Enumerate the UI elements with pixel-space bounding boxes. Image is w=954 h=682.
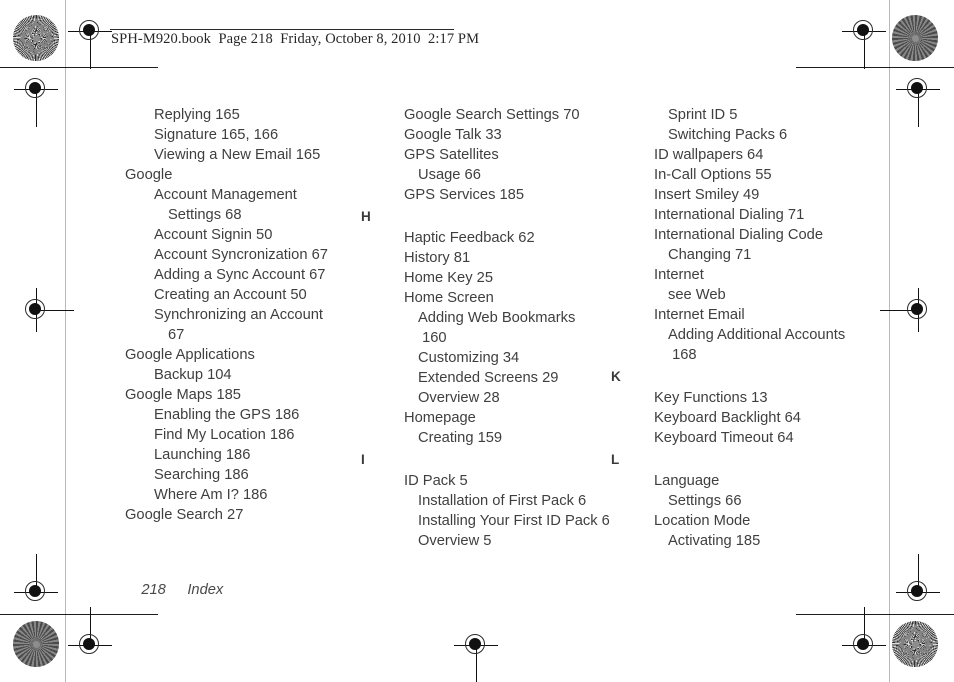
- index-subentry: International Dialing Code: [654, 227, 824, 243]
- index-subentry: GPS Services 185: [404, 187, 525, 203]
- index-letter-heading: I: [361, 452, 365, 467]
- column-3: Sprint ID 5 Switching Packs 6 ID wallpaper…: [611, 105, 915, 551]
- index-subentry: Installing Your First ID Pack 6: [418, 513, 610, 529]
- index-subentry: Internet Email: [654, 307, 745, 323]
- index-subentry: Homepage: [404, 410, 476, 426]
- index-subentry: Enabling the GPS 186: [154, 407, 300, 423]
- column-1: Replying 165 Signature 165, 166 Viewing a …: [125, 105, 375, 551]
- index-subentry: Key Functions 13: [654, 390, 768, 406]
- regmark-lower-right: [896, 554, 940, 614]
- document-page: SPH-M920.book Page 218 Friday, October 8…: [0, 0, 954, 682]
- index-letter-heading: L: [611, 452, 620, 467]
- index-subentry: Synchronizing an Account: [154, 307, 324, 323]
- footer-page-number: 218: [141, 582, 166, 598]
- index-subentry: Find My Location 186: [154, 427, 295, 443]
- index-subentry: Creating 159: [418, 430, 503, 446]
- index-subentry: Sprint ID 5: [668, 107, 738, 123]
- index-subentry: Customizing 34: [418, 350, 520, 366]
- index-subentry: ID Pack 5: [404, 473, 468, 489]
- index-subentry: Creating an Account 50: [154, 287, 307, 303]
- index-subentry: Changing 71: [668, 247, 752, 263]
- regmark-top-left: [68, 9, 112, 69]
- index-subentry: Account Syncronization 67: [154, 247, 328, 263]
- index-letter-heading: H: [361, 209, 371, 224]
- index-subentry: Internet: [654, 267, 704, 283]
- index-subentry: Searching 186: [154, 467, 249, 483]
- regmark-upper-left: [14, 67, 58, 127]
- index-subentry: Language: [654, 473, 720, 489]
- index-subentry: In-Call Options 55: [654, 167, 772, 183]
- index-subentry: 67: [168, 327, 185, 343]
- regmark-bottom-right: [842, 607, 886, 667]
- burst-target-top-right: [892, 15, 938, 61]
- index-subentry: Backup 104: [154, 367, 232, 383]
- regmark-lower-left: [14, 554, 58, 614]
- regmark-mid-left: [14, 288, 74, 332]
- footer-section-label: Index: [187, 582, 224, 598]
- regmark-bottom-center: [454, 623, 498, 682]
- index-entry: Google Maps 185: [125, 387, 241, 403]
- index-subentry: Home Key 25: [404, 270, 493, 286]
- printer-trim-line-4: [796, 614, 954, 615]
- burst-target-top-left: [13, 15, 59, 61]
- index-subentry: Adding a Sync Account 67: [154, 267, 326, 283]
- index-subentry: Google Talk 33: [404, 127, 502, 143]
- index-letter-heading: K: [611, 369, 621, 384]
- header-rule: [110, 29, 454, 30]
- index-subentry: Where Am I? 186: [154, 487, 268, 503]
- index-subentry: Insert Smiley 49: [654, 187, 760, 203]
- regmark-top-right: [842, 9, 886, 69]
- index-subentry: Overview 28: [418, 390, 500, 406]
- index-subentry: History 81: [404, 250, 471, 266]
- column-2: Google Search Settings 70 Google Talk 33 G…: [361, 105, 625, 551]
- index-entry: Google: [125, 167, 173, 183]
- index-subentry: Adding Web Bookmarks: [418, 310, 576, 326]
- index-subentry: Viewing a New Email 165: [154, 147, 321, 163]
- index-subentry: 160: [418, 330, 447, 346]
- index-subentry: Settings 66: [668, 493, 742, 509]
- page-footer: 218 Index: [125, 566, 223, 614]
- index-subentry: Extended Screens 29: [418, 370, 559, 386]
- index-subentry: ID wallpapers 64: [654, 147, 764, 163]
- index-subentry: Usage 66: [418, 167, 481, 183]
- index-entry: Google Applications: [125, 347, 255, 363]
- index-subentry: Installation of First Pack 6: [418, 493, 587, 509]
- index-subentry: Google Search Settings 70: [404, 107, 580, 123]
- index-entry: Google Search 27: [125, 507, 244, 523]
- index-subentry: Adding Additional Accounts: [668, 327, 846, 343]
- index-subentry: Home Screen: [404, 290, 494, 306]
- index-subentry: GPS Satellites: [404, 147, 499, 163]
- printer-trim-line-3: [0, 614, 158, 615]
- index-subentry: Account Management: [154, 187, 297, 203]
- index-subentry: Overview 5: [418, 533, 492, 549]
- index-subentry: Signature 165, 166: [154, 127, 279, 143]
- index-subentry: see Web: [668, 287, 726, 303]
- index-subentry: Launching 186: [154, 447, 251, 463]
- index-subentry: Switching Packs 6: [668, 127, 788, 143]
- document-header: SPH-M920.book Page 218 Friday, October 8…: [111, 31, 480, 47]
- index-subentry: 168: [668, 347, 697, 363]
- index-subentry: Replying 165: [154, 107, 240, 123]
- index-subentry: Activating 185: [668, 533, 761, 549]
- regmark-bottom-left: [68, 607, 112, 667]
- index-subentry: Haptic Feedback 62: [404, 230, 535, 246]
- burst-target-bottom-left: [13, 621, 59, 667]
- index-subentry: Location Mode: [654, 513, 751, 529]
- printer-guide-line-vertical-1: [65, 0, 66, 682]
- index-subentry: Account Signin 50: [154, 227, 273, 243]
- index-columns: Replying 165 Signature 165, 166 Viewing a …: [125, 105, 915, 551]
- index-subentry: Keyboard Timeout 64: [654, 430, 794, 446]
- index-subentry: International Dialing 71: [654, 207, 805, 223]
- burst-target-bottom-right: [892, 621, 938, 667]
- index-subentry: Settings 68: [168, 207, 242, 223]
- index-subentry: Keyboard Backlight 64: [654, 410, 801, 426]
